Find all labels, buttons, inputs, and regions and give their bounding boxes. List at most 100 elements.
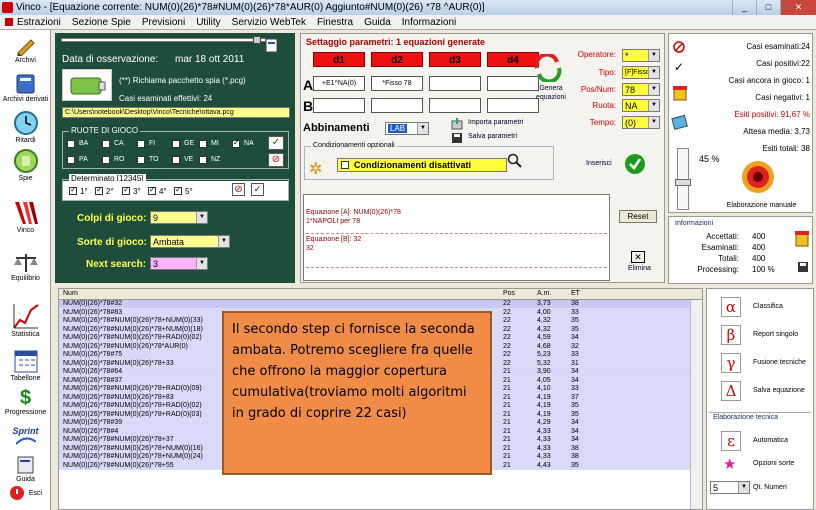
opzioni-label[interactable]: Opzioni sorte [753, 460, 794, 467]
checkbox-na[interactable] [232, 138, 240, 148]
col-num[interactable]: Num [63, 290, 78, 297]
import-icon[interactable] [451, 118, 463, 130]
star-icon[interactable]: ★ [723, 455, 736, 473]
elaboration-target-icon[interactable] [741, 160, 775, 194]
col-et[interactable]: ET [571, 290, 580, 297]
sidebar-item-archivi-derivati[interactable]: Archivi derivati [0, 73, 51, 103]
spy-pack-button[interactable] [62, 69, 112, 101]
param-a-d4[interactable] [487, 76, 539, 91]
genera-icon[interactable] [533, 54, 563, 82]
menu-utility[interactable]: Utility [196, 17, 220, 28]
conditions-checkbox[interactable] [341, 161, 349, 169]
epsilon-icon[interactable]: ε [721, 431, 741, 451]
checkbox-pos-2[interactable] [95, 185, 103, 195]
checkbox-mi[interactable] [199, 140, 207, 148]
sidebar-item-statistica[interactable]: Statistica [0, 302, 51, 338]
report-label[interactable]: Report singolo [753, 331, 798, 338]
menu-guida[interactable]: Guida [364, 17, 391, 28]
conditions-field[interactable]: Condizionamenti disattivati [337, 158, 507, 172]
delta-icon[interactable]: Δ [721, 381, 741, 401]
sorte-select[interactable]: Ambata ▼ [150, 235, 230, 248]
checkbox-pa[interactable] [67, 156, 75, 164]
sidebar-item-archivi[interactable]: Archivi [0, 36, 51, 64]
alpha-icon[interactable]: α [721, 297, 741, 317]
table-row[interactable]: NUM(0)(26)*78#32 22 3,73 38 [59, 300, 702, 309]
minimize-button[interactable]: _ [732, 0, 756, 15]
param-b-d2[interactable] [371, 98, 423, 113]
checkbox-ro[interactable] [102, 156, 110, 164]
sidebar-item-vinco[interactable]: Vinco [0, 200, 51, 234]
col-am[interactable]: A.m. [537, 290, 551, 297]
checkbox-pos-3[interactable] [122, 185, 130, 195]
colpi-select[interactable]: 9 ▼ [150, 211, 208, 224]
next-select[interactable]: 3 ▼ [150, 257, 208, 270]
path-field[interactable]: C:\Users\notebook\Desktop\Vinco\Tecniche… [62, 107, 290, 118]
select-all-check-icon[interactable]: ✓ [268, 136, 284, 150]
sidebar-item-spie[interactable]: Spie [0, 148, 51, 182]
checkbox-ca[interactable] [102, 140, 110, 148]
checkbox-pos-1[interactable] [69, 185, 77, 195]
checkbox-nz[interactable] [199, 156, 207, 164]
posnum-select[interactable]: 78 ▼ [622, 83, 660, 96]
automatica-label[interactable]: Automatica [753, 437, 788, 444]
param-a-d2[interactable]: *Fisso 78 [371, 76, 423, 91]
save-icon[interactable] [797, 261, 809, 273]
reset-button[interactable]: Reset [619, 210, 657, 223]
equations-output[interactable]: Equazione [A]: NUM(0)(26)*78 1*NAPOLI pe… [303, 194, 610, 281]
document-icon[interactable] [265, 38, 279, 54]
table-scrollbar[interactable] [690, 300, 702, 509]
param-a-d3[interactable] [429, 76, 481, 91]
checkbox-ba[interactable] [67, 140, 75, 148]
delete-icon[interactable]: ✕ [631, 251, 645, 263]
importa-link[interactable]: Importa parametri [468, 119, 523, 126]
beta-icon[interactable]: β [721, 325, 741, 345]
clear-positions-icon[interactable]: ⊘ [232, 183, 245, 196]
date-slider-thumb[interactable] [253, 36, 261, 44]
menu-estrazioni[interactable]: Estrazioni [17, 17, 61, 28]
param-b-d4[interactable] [487, 98, 539, 113]
menu-servizio-webtek[interactable]: Servizio WebTek [232, 17, 306, 28]
menu-finestra[interactable]: Finestra [317, 17, 353, 28]
close-button[interactable]: ✕ [780, 0, 816, 15]
menu-sezione-spie[interactable]: Sezione Spie [72, 17, 131, 28]
lab-select[interactable]: LAB ▼ [385, 122, 429, 135]
progress-thumb[interactable] [675, 178, 691, 186]
checkbox-pos-5[interactable] [174, 185, 182, 195]
maximize-button[interactable]: □ [756, 0, 780, 15]
checkbox-fi[interactable] [137, 140, 145, 148]
sidebar-item-guida[interactable]: Guida [0, 455, 51, 483]
stop-icon[interactable] [673, 41, 685, 53]
sidebar-item-sprint[interactable]: Sprint [0, 426, 51, 447]
sun-icon[interactable]: ✲ [309, 159, 322, 179]
qt-select[interactable]: 5 ▼ [710, 481, 750, 494]
sidebar-item-equilibrio[interactable]: Equilibrio [0, 252, 51, 282]
insert-check-icon[interactable] [624, 153, 646, 175]
sidebar-item-esci[interactable]: Esci [0, 485, 51, 501]
col-pos[interactable]: Pos [503, 290, 515, 297]
menu-informazioni[interactable]: Informazioni [402, 17, 456, 28]
ruota-select[interactable]: NA ▼ [622, 99, 660, 112]
checkbox-to[interactable] [137, 156, 145, 164]
salva-equazione-label[interactable]: Salva equazione [753, 387, 805, 394]
tempo-select[interactable]: (0) ▼ [622, 116, 660, 129]
checkbox-ge[interactable] [172, 140, 180, 148]
operatore-select[interactable]: * ▼ [622, 49, 660, 62]
confirm-positions-icon[interactable]: ✓ [251, 183, 264, 196]
classifica-label[interactable]: Classifica [753, 303, 783, 310]
search-icon[interactable] [507, 153, 523, 169]
sidebar-item-ritardi[interactable]: Ritardi [0, 110, 51, 144]
fusione-label[interactable]: Fusione tecniche [753, 359, 806, 366]
menu-previsioni[interactable]: Previsioni [142, 17, 185, 28]
sidebar-item-tabellone[interactable]: Tabellone [0, 348, 51, 382]
deselect-all-icon[interactable]: ⊘ [268, 153, 284, 167]
gamma-icon[interactable]: γ [721, 353, 741, 373]
salva-link[interactable]: Salva parametri [468, 133, 517, 140]
tipo-select[interactable]: [F]Fisso ▼ [622, 66, 660, 79]
date-slider[interactable] [61, 38, 266, 42]
save-icon[interactable] [451, 132, 463, 144]
checkbox-pos-4[interactable] [148, 185, 156, 195]
checkbox-ve[interactable] [172, 156, 180, 164]
param-b-d1[interactable] [313, 98, 365, 113]
param-b-d3[interactable] [429, 98, 481, 113]
param-a-d1[interactable]: +E1^NA(0) [313, 76, 365, 91]
